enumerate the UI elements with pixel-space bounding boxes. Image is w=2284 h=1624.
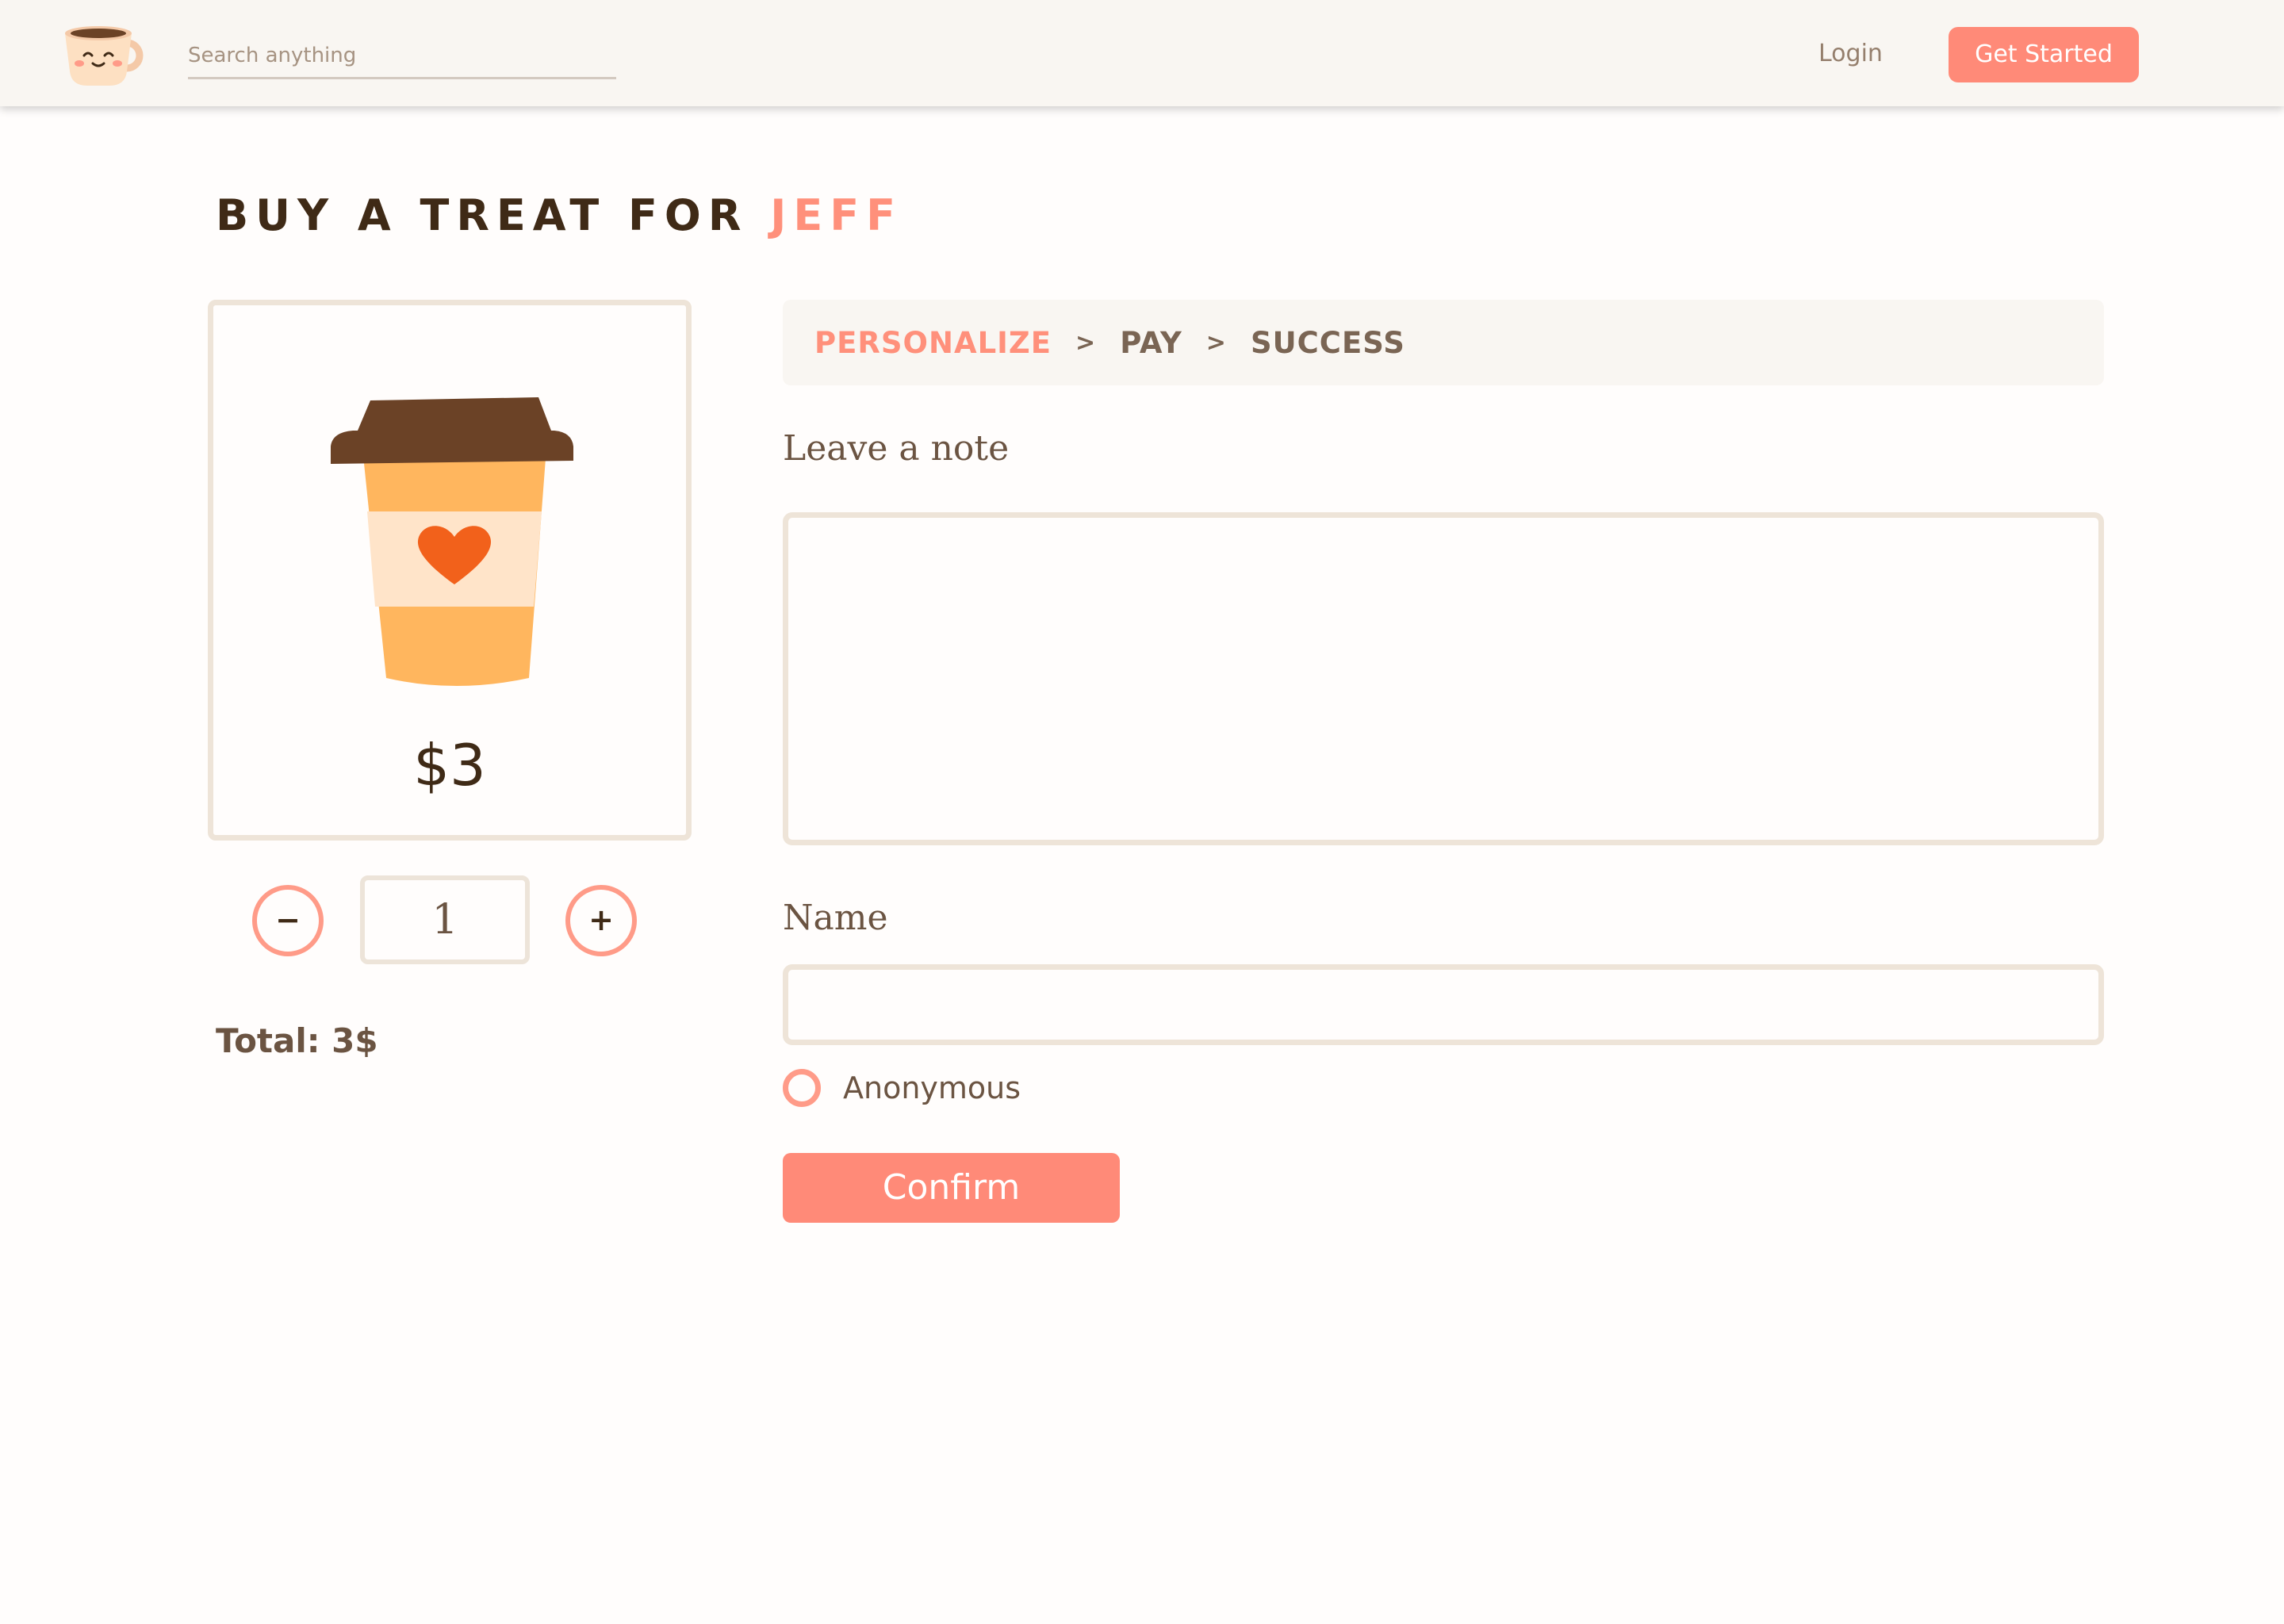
order-total: Total: 3$ [216, 1021, 378, 1060]
anonymous-label[interactable]: Anonymous [843, 1071, 1021, 1105]
page-title-prefix: BUY A TREAT FOR [216, 190, 749, 240]
step-pay[interactable]: PAY [1120, 326, 1182, 360]
note-textarea[interactable] [783, 512, 2104, 845]
step-separator: > [1075, 328, 1097, 357]
decrease-quantity-button[interactable]: − [252, 885, 324, 956]
page-title: BUY A TREAT FOR JEFF [216, 190, 902, 240]
name-input[interactable] [783, 964, 2104, 1045]
get-started-button[interactable]: Get Started [1949, 27, 2139, 82]
checkout-steps: PERSONALIZE > PAY > SUCCESS [783, 300, 2104, 385]
step-separator: > [1205, 328, 1227, 357]
step-personalize[interactable]: PERSONALIZE [814, 326, 1052, 360]
smiling-coffee-cup-logo[interactable] [59, 19, 146, 90]
step-success[interactable]: SUCCESS [1251, 326, 1405, 360]
top-navigation-bar: Login Get Started [0, 0, 2284, 106]
anonymous-radio[interactable] [783, 1069, 821, 1107]
treat-price: $3 [413, 732, 486, 799]
login-link[interactable]: Login [1818, 40, 1883, 67]
name-label: Name [783, 898, 888, 938]
confirm-button[interactable]: Confirm [783, 1153, 1120, 1223]
product-card: $3 [208, 300, 692, 841]
recipient-name: JEFF [770, 190, 902, 240]
increase-quantity-button[interactable]: + [565, 885, 637, 956]
coffee-cup-heart-icon [331, 397, 573, 686]
search-input[interactable] [188, 35, 616, 76]
search-bar [188, 35, 616, 79]
quantity-field[interactable]: 1 [360, 875, 530, 964]
note-label: Leave a note [783, 428, 1010, 469]
